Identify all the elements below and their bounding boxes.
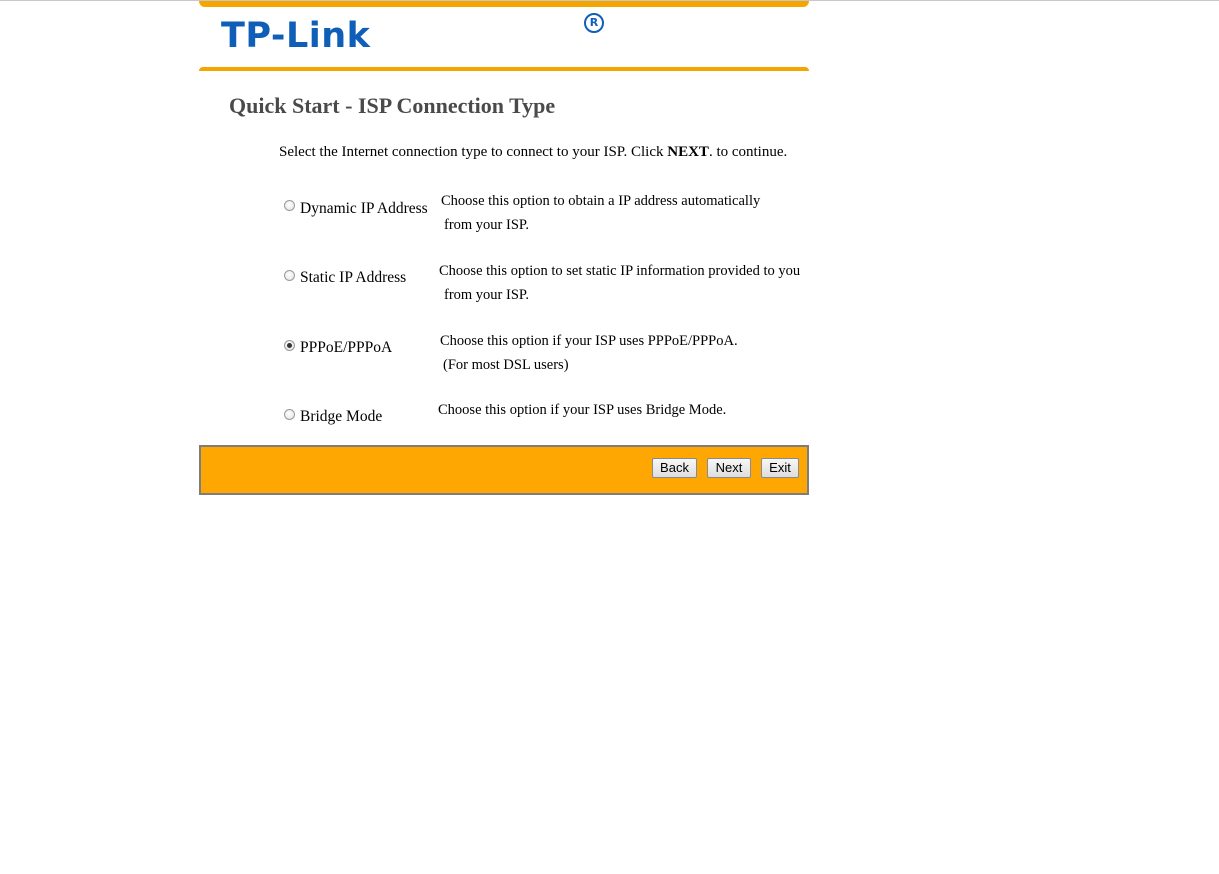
header-banner: TP-Link R	[199, 1, 809, 71]
instruction-text: Select the Internet connection type to c…	[279, 144, 788, 160]
radio-bridge-mode[interactable]	[284, 409, 295, 420]
label-pppoe-pppoa[interactable]: PPPoE/PPPoA	[300, 338, 392, 358]
back-button[interactable]: Back	[652, 458, 697, 478]
label-static-ip[interactable]: Static IP Address	[300, 268, 406, 288]
desc-bridge-mode: Choose this option if your ISP uses Brid…	[438, 402, 727, 418]
page-title: Quick Start - ISP Connection Type	[229, 93, 556, 118]
exit-button[interactable]: Exit	[761, 458, 799, 478]
header-accent-top	[199, 1, 809, 7]
header-accent-bottom	[199, 67, 809, 71]
label-dynamic-ip[interactable]: Dynamic IP Address	[300, 199, 428, 219]
desc-dynamic-ip: Choose this option to obtain a IP addres…	[441, 193, 761, 233]
radio-dynamic-ip[interactable]	[284, 200, 295, 211]
desc-static-ip: Choose this option to set static IP info…	[439, 263, 801, 303]
radio-pppoe-pppoa[interactable]	[284, 340, 295, 351]
desc-pppoe-pppoa: Choose this option if your ISP uses PPPo…	[440, 333, 738, 373]
label-bridge-mode[interactable]: Bridge Mode	[300, 407, 382, 427]
next-button[interactable]: Next	[707, 458, 751, 478]
tp-link-logo: TP-Link	[221, 16, 371, 56]
instruction-next-keyword: NEXT	[667, 144, 709, 160]
registered-mark-icon: R	[584, 13, 604, 33]
footer-button-bar: Back Next Exit	[199, 445, 809, 495]
radio-static-ip[interactable]	[284, 270, 295, 281]
